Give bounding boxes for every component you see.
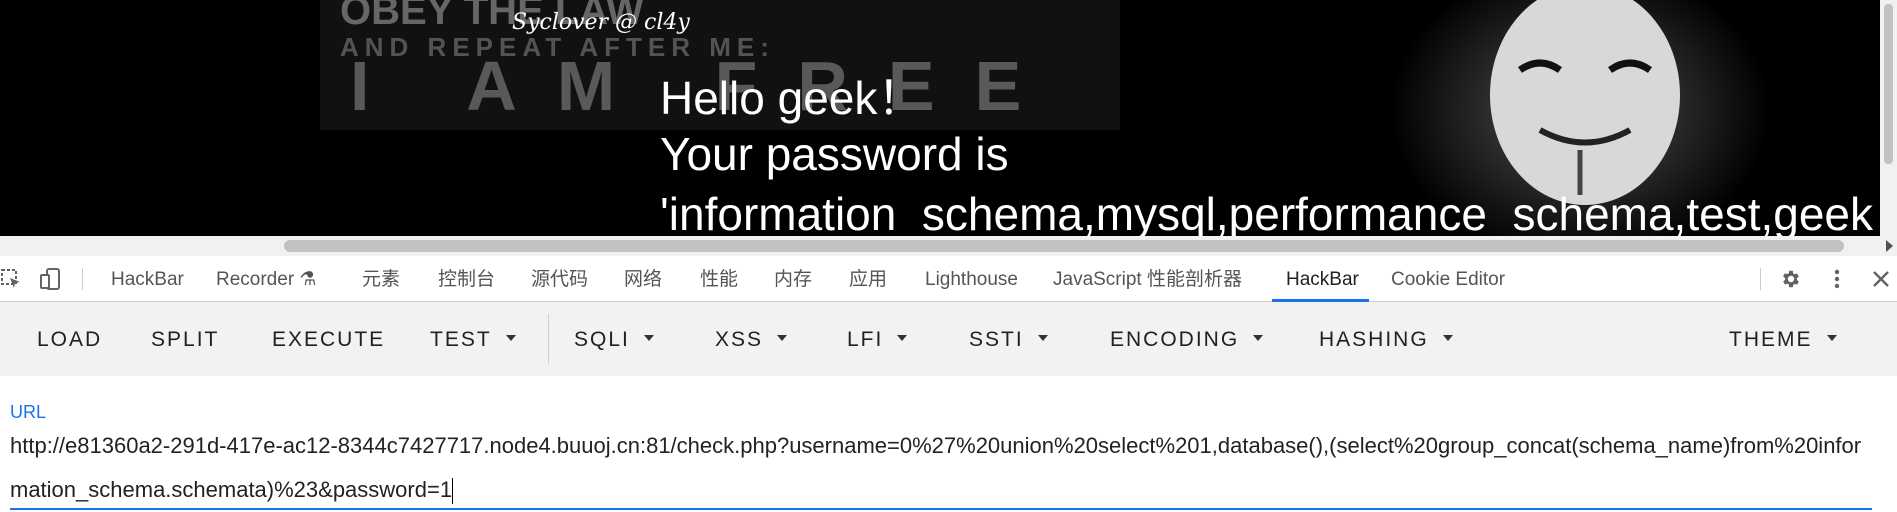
hackbar-toolbar: LOAD SPLIT EXECUTE TEST SQLI XSS LFI SST… <box>0 302 1897 376</box>
xss-label: XSS <box>715 328 764 351</box>
chevron-down-icon <box>505 335 516 342</box>
site-signature: Syclover @ cl4y <box>512 10 690 35</box>
chevron-down-icon <box>1442 335 1453 342</box>
chevron-down-icon <box>777 335 788 342</box>
sqli-label: SQLI <box>574 328 630 351</box>
test-label: TEST <box>430 328 492 351</box>
tab-hackbar[interactable]: HackBar <box>1272 256 1369 302</box>
hashing-menu-button[interactable]: HASHING <box>1319 302 1453 376</box>
chevron-down-icon <box>897 335 908 342</box>
inspect-icon[interactable] <box>0 268 22 290</box>
url-input[interactable]: http://e81360a2-291d-417e-ac12-8344c7427… <box>10 424 1870 512</box>
chevron-down-icon <box>1253 335 1264 342</box>
url-field-container: URL http://e81360a2-291d-417e-ac12-8344c… <box>0 376 1897 510</box>
load-button[interactable]: LOAD <box>37 302 102 376</box>
more-vert-icon[interactable] <box>1826 268 1848 290</box>
toolbar-divider <box>1760 268 1761 290</box>
result-message: Hello geek！ Your password is 'informatio… <box>660 68 1873 236</box>
tab-cookie-editor[interactable]: Cookie Editor <box>1391 256 1505 301</box>
sqli-menu-button[interactable]: SQLI <box>574 302 654 376</box>
toolbar-divider <box>548 314 549 364</box>
tab-sources[interactable]: 源代码 <box>531 256 588 301</box>
tab-recorder[interactable]: Recorder ⚗ <box>216 256 316 301</box>
theme-label: THEME <box>1729 328 1813 351</box>
tab-js-profiler[interactable]: JavaScript 性能剖析器 <box>1053 256 1242 301</box>
devtools-tab-bar: HackBar Recorder ⚗ 元素 控制台 源代码 网络 性能 内存 应… <box>0 256 1897 302</box>
url-label: URL <box>10 402 47 422</box>
url-value: http://e81360a2-291d-417e-ac12-8344c7427… <box>10 433 1862 502</box>
ssti-menu-button[interactable]: SSTI <box>969 302 1048 376</box>
close-icon[interactable] <box>1870 268 1892 290</box>
scroll-right-icon[interactable] <box>1886 240 1893 252</box>
tab-application[interactable]: 应用 <box>849 256 887 301</box>
horizontal-scrollbar[interactable] <box>0 236 1897 256</box>
chevron-down-icon <box>1037 335 1048 342</box>
xss-menu-button[interactable]: XSS <box>715 302 788 376</box>
text-cursor <box>452 478 454 505</box>
scroll-thumb[interactable] <box>1884 4 1893 164</box>
tab-hackbar-first[interactable]: HackBar <box>111 256 184 301</box>
scroll-thumb[interactable] <box>284 240 1844 252</box>
lfi-label: LFI <box>847 328 884 351</box>
vertical-scrollbar[interactable] <box>1880 0 1897 236</box>
tab-network[interactable]: 网络 <box>624 256 662 301</box>
encoding-label: ENCODING <box>1110 328 1240 351</box>
split-button[interactable]: SPLIT <box>151 302 219 376</box>
chevron-down-icon <box>1826 335 1837 342</box>
execute-button[interactable]: EXECUTE <box>272 302 385 376</box>
device-toolbar-icon[interactable] <box>40 268 62 290</box>
theme-menu-button[interactable]: THEME <box>1729 302 1837 376</box>
chevron-down-icon <box>643 335 654 342</box>
toolbar-divider <box>82 268 83 290</box>
lfi-menu-button[interactable]: LFI <box>847 302 908 376</box>
ssti-label: SSTI <box>969 328 1024 351</box>
gear-icon[interactable] <box>1780 268 1802 290</box>
hello-line: Hello geek！ <box>660 72 924 124</box>
tab-console[interactable]: 控制台 <box>438 256 495 301</box>
tab-performance[interactable]: 性能 <box>700 256 738 301</box>
tab-elements[interactable]: 元素 <box>362 256 400 301</box>
page-viewport: OBEY THE LAW AND REPEAT AFTER ME: I AM F… <box>0 0 1880 236</box>
tab-memory[interactable]: 内存 <box>774 256 812 301</box>
tab-lighthouse[interactable]: Lighthouse <box>925 256 1018 301</box>
password-line: Your password is <box>660 128 1009 180</box>
password-value: 'information_schema,mysql,performance_sc… <box>660 188 1874 236</box>
encoding-menu-button[interactable]: ENCODING <box>1110 302 1264 376</box>
test-menu-button[interactable]: TEST <box>430 302 516 376</box>
hashing-label: HASHING <box>1319 328 1429 351</box>
